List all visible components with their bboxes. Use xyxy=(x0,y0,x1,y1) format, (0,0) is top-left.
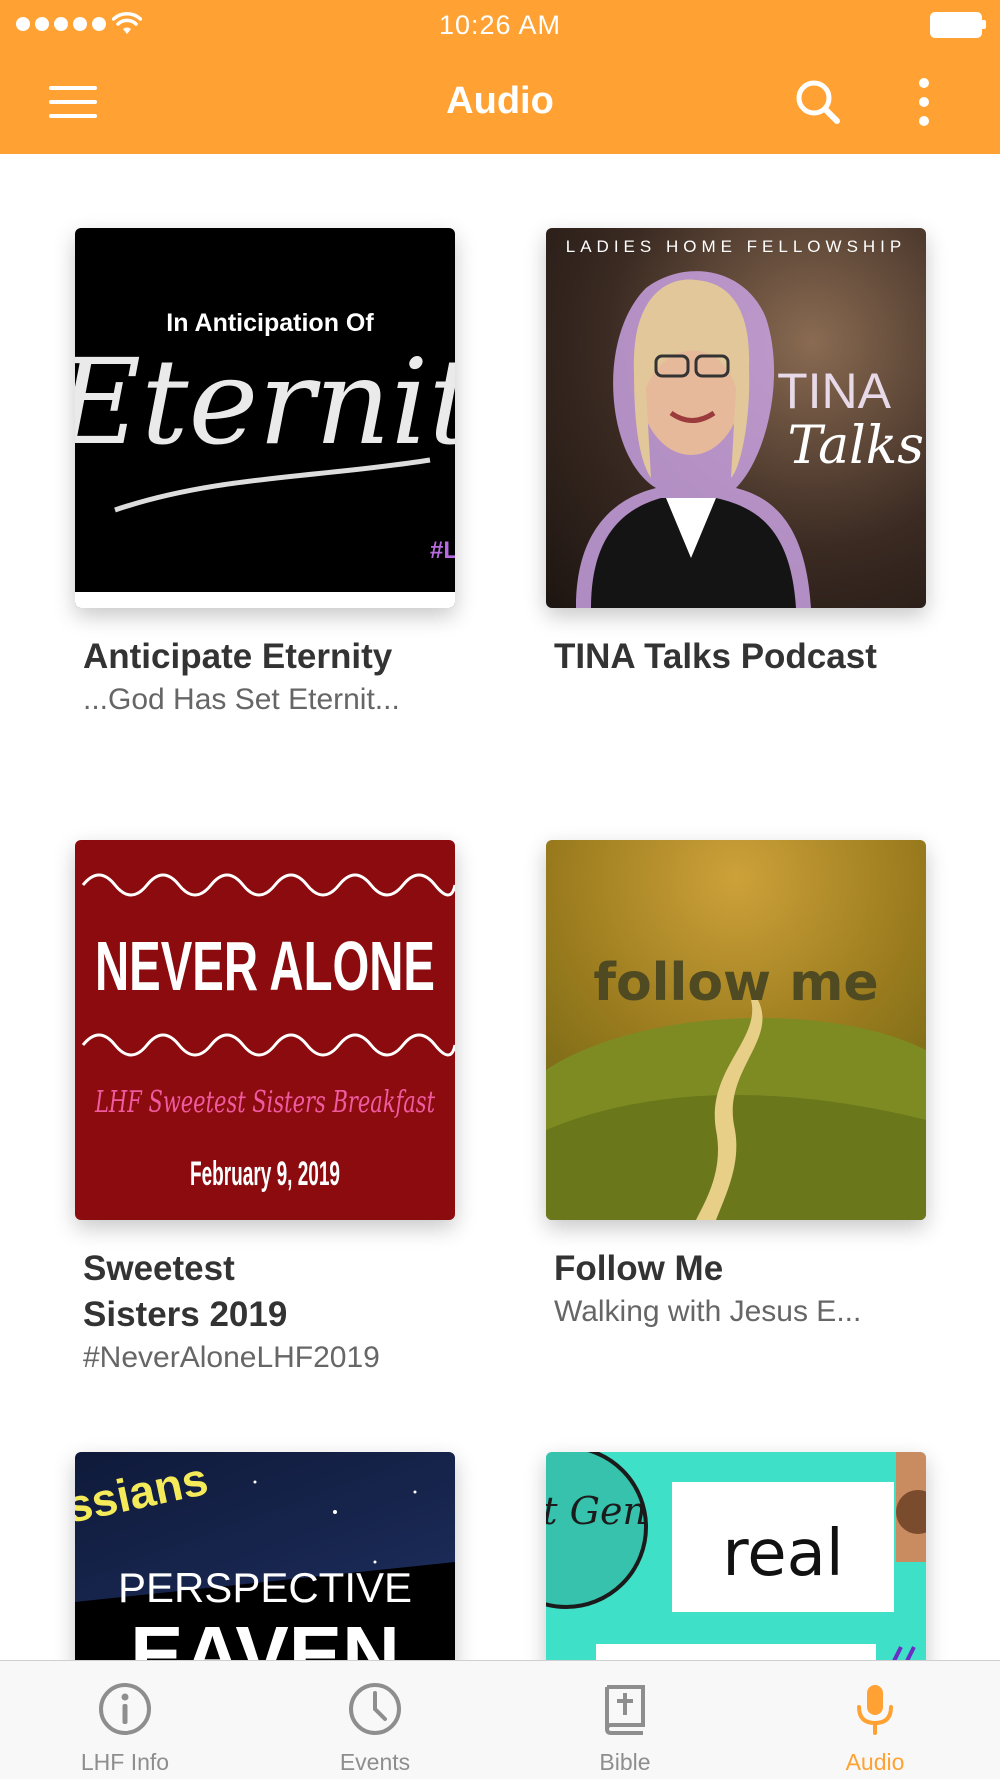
clock-icon xyxy=(349,1683,401,1735)
status-time: 10:26 AM xyxy=(438,10,562,40)
art-text-3: Talks xyxy=(788,416,924,476)
audio-card-title: TINA Talks Podcast xyxy=(554,637,877,676)
search-icon[interactable] xyxy=(790,74,846,130)
audio-card-sweetest-sisters[interactable]: NEVER ALONE LHF Sweetest Sisters Breakfa… xyxy=(75,840,455,1378)
art-text-2: LHF Sweetest Sisters Breakfast xyxy=(94,1085,435,1120)
art-text-2: real xyxy=(722,1517,843,1591)
tab-label: Bible xyxy=(599,1749,651,1775)
audio-card-anticipate-eternity[interactable]: In Anticipation Of Eternit #L Anticipate… xyxy=(75,228,455,720)
audio-grid: In Anticipation Of Eternit #L Anticipate… xyxy=(0,154,1000,1660)
more-options-button[interactable] xyxy=(908,74,940,130)
tab-label: LHF Info xyxy=(80,1749,170,1775)
artwork-tina: LADIES HOME FELLOWSHIP TINA Talks xyxy=(566,237,924,608)
info-icon xyxy=(99,1683,151,1735)
artwork-eternity: In Anticipation Of Eternit #L xyxy=(75,309,455,608)
art-text-1: Next Gen xyxy=(546,1489,647,1533)
tab-lhf-info[interactable]: LHF Info xyxy=(0,1661,250,1779)
audio-card-follow-me[interactable]: follow me Follow Me Walking with Jesus E… xyxy=(546,840,926,1332)
tab-bar: LHF Info Events Bible Audio xyxy=(0,1660,1000,1779)
top-bar: 10:26 AM Audio xyxy=(0,0,1000,154)
art-text-1: ssians xyxy=(75,1452,212,1533)
artwork-follow-me: follow me xyxy=(546,953,926,1220)
artwork-never-alone: NEVER ALONE LHF Sweetest Sisters Breakfa… xyxy=(81,873,455,1193)
audio-card-subtitle: Walking with Jesus E... xyxy=(554,1295,862,1328)
status-bar: 10:26 AM xyxy=(0,0,1000,50)
audio-artwork: follow me xyxy=(546,840,926,1220)
artwork-real: Next Gen real xyxy=(546,1452,926,1660)
art-text-1: follow me xyxy=(593,953,878,1013)
audio-card-perspective[interactable]: ssians PERSPECTIVE EAVEN xyxy=(75,1452,455,1660)
tab-events[interactable]: Events xyxy=(250,1661,500,1779)
audio-card-title: Sweetest Sisters 2019 xyxy=(83,1249,288,1334)
art-text-1: LADIES HOME FELLOWSHIP xyxy=(566,237,907,256)
page-title: Audio xyxy=(446,80,554,122)
tab-label: Audio xyxy=(845,1749,905,1775)
tab-bible[interactable]: Bible xyxy=(500,1661,750,1779)
audio-card-subtitle: #NeverAloneLHF2019 xyxy=(83,1341,380,1374)
artwork-perspective: ssians PERSPECTIVE EAVEN xyxy=(75,1452,455,1660)
audio-artwork: In Anticipation Of Eternit #L xyxy=(75,228,455,608)
art-text-2: TINA xyxy=(777,363,892,419)
audio-card-tina-talks[interactable]: LADIES HOME FELLOWSHIP TINA Talks TINA T… xyxy=(546,228,926,680)
battery-icon xyxy=(930,12,986,38)
tab-label: Events xyxy=(339,1749,411,1775)
art-text-2: PERSPECTIVE xyxy=(118,1564,412,1611)
audio-card-title: Anticipate Eternity xyxy=(83,637,393,676)
art-text-3: February 9, 2019 xyxy=(190,1155,340,1193)
microphone-icon xyxy=(857,1685,893,1735)
audio-artwork: ssians PERSPECTIVE EAVEN xyxy=(75,1452,455,1660)
bible-icon xyxy=(604,1685,645,1735)
art-text-2: Eternit xyxy=(75,333,455,471)
audio-artwork: NEVER ALONE LHF Sweetest Sisters Breakfa… xyxy=(75,840,455,1220)
nav-bar: Audio xyxy=(0,50,1000,154)
audio-card-title: Follow Me xyxy=(554,1249,724,1288)
art-text-1: NEVER ALONE xyxy=(95,927,435,1005)
audio-card-real[interactable]: Next Gen real xyxy=(546,1452,926,1660)
audio-card-subtitle: ...God Has Set Eternit... xyxy=(83,683,400,716)
tab-audio[interactable]: Audio xyxy=(750,1661,1000,1779)
art-text-3: EAVEN xyxy=(130,1610,400,1660)
audio-artwork: Next Gen real xyxy=(546,1452,926,1660)
art-text-3: #L xyxy=(430,537,455,564)
audio-artwork: LADIES HOME FELLOWSHIP TINA Talks xyxy=(546,228,926,608)
